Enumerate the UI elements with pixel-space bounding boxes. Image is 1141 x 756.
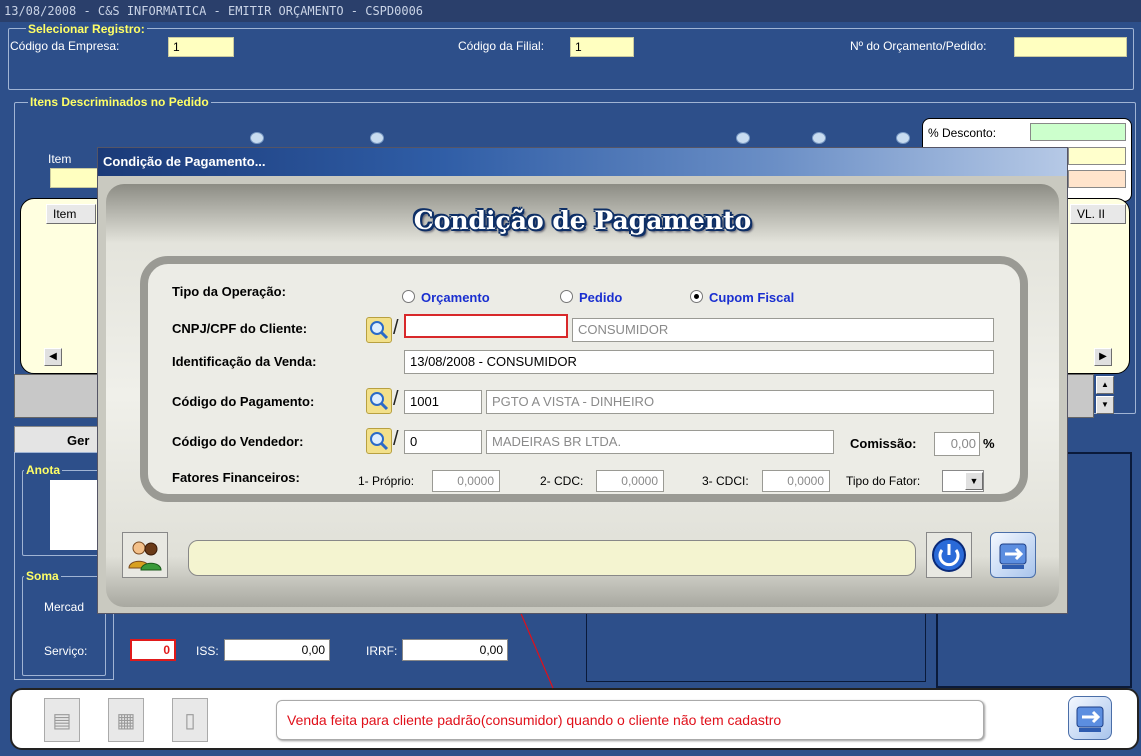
select-group-title: Selecionar Registro: bbox=[26, 22, 147, 36]
radio-cupom-fiscal[interactable]: Cupom Fiscal bbox=[690, 290, 794, 305]
cdci-label: 3- CDCI: bbox=[702, 474, 749, 488]
vend-code-field[interactable]: 0 bbox=[404, 430, 482, 454]
round-icon bbox=[250, 132, 264, 144]
filial-field[interactable]: 1 bbox=[570, 37, 634, 57]
pagto-label: Código do Pagamento: bbox=[172, 394, 315, 409]
ident-field[interactable]: 13/08/2008 - CONSUMIDOR bbox=[404, 350, 994, 374]
exit-icon[interactable] bbox=[1068, 696, 1112, 740]
tipo-fator-label: Tipo do Fator: bbox=[846, 474, 921, 488]
cdc-field[interactable]: 0,0000 bbox=[596, 470, 664, 492]
filial-label: Código da Filial: bbox=[458, 39, 545, 53]
radio-icon bbox=[560, 290, 573, 303]
right-panel-box bbox=[586, 612, 926, 682]
radio-orcamento[interactable]: Orçamento bbox=[402, 290, 490, 305]
irrf-field[interactable]: 0,00 bbox=[402, 639, 508, 661]
exit-icon[interactable] bbox=[990, 532, 1036, 578]
bottom-toolbar: ▤ ▦ ▯ Venda feita para cliente padrão(co… bbox=[10, 688, 1139, 750]
tipo-fator-select[interactable]: ▼ bbox=[942, 470, 984, 492]
servico-label: Serviço: bbox=[44, 644, 88, 658]
status-field bbox=[188, 540, 916, 576]
grid-vl-header[interactable]: VL. II bbox=[1070, 204, 1126, 224]
users-icon[interactable] bbox=[122, 532, 168, 578]
radio-selected-icon bbox=[690, 290, 703, 303]
empresa-label: Código da Empresa: bbox=[10, 39, 120, 53]
total-field[interactable] bbox=[1068, 147, 1126, 165]
tipo-label: Tipo da Operação: bbox=[172, 284, 286, 299]
proprio-field[interactable]: 0,0000 bbox=[432, 470, 500, 492]
item-label: Item bbox=[48, 152, 72, 166]
tab-geral[interactable]: Ger bbox=[14, 426, 104, 454]
empresa-field[interactable]: 1 bbox=[168, 37, 234, 57]
radio-pedido[interactable]: Pedido bbox=[560, 290, 622, 305]
proprio-label: 1- Próprio: bbox=[358, 474, 415, 488]
cnpj-label: CNPJ/CPF do Cliente: bbox=[172, 321, 308, 336]
desconto-label: % Desconto: bbox=[928, 126, 997, 140]
document-icon[interactable]: ▦ bbox=[108, 698, 144, 742]
comissao-field[interactable]: 0,00 bbox=[934, 432, 980, 456]
dialog-title: Condição de Pagamento... bbox=[98, 148, 1067, 176]
cdci-field[interactable]: 0,0000 bbox=[762, 470, 830, 492]
desconto-field[interactable] bbox=[1030, 123, 1126, 141]
items-group-title: Itens Descriminados no Pedido bbox=[28, 95, 211, 109]
vend-desc-field: MADEIRAS BR LTDA. bbox=[486, 430, 834, 454]
iss-field[interactable]: 0,00 bbox=[224, 639, 330, 661]
pagto-desc-field: PGTO A VISTA - DINHEIRO bbox=[486, 390, 994, 414]
payment-dialog: Condição de Pagamento... Condição de Pag… bbox=[97, 147, 1068, 614]
mercad-label: Mercad bbox=[44, 600, 85, 614]
spin-down-button[interactable]: ▼ bbox=[1096, 396, 1114, 414]
vend-label: Código do Vendedor: bbox=[172, 434, 304, 449]
soma-group-title: Soma bbox=[24, 569, 61, 583]
pagto-code-field[interactable]: 1001 bbox=[404, 390, 482, 414]
item-field[interactable] bbox=[50, 168, 98, 188]
iss-label: ISS: bbox=[196, 644, 219, 658]
radio-icon bbox=[402, 290, 415, 303]
round-icon bbox=[736, 132, 750, 144]
annotation-box: Venda feita para cliente padrão(consumid… bbox=[276, 700, 984, 740]
chevron-down-icon: ▼ bbox=[965, 472, 983, 490]
orcamento-field[interactable] bbox=[1014, 37, 1127, 57]
window-title: 13/08/2008 - C&S INFORMATICA - EMITIR OR… bbox=[0, 0, 1141, 22]
ident-label: Identificação da Venda: bbox=[172, 354, 317, 369]
grid-item-header[interactable]: Item bbox=[46, 204, 96, 224]
search-icon[interactable] bbox=[366, 317, 392, 343]
cnpj-field[interactable] bbox=[404, 314, 568, 338]
soma-group bbox=[22, 576, 106, 676]
scroll-left-button[interactable]: ◀ bbox=[44, 348, 62, 366]
search-icon[interactable] bbox=[366, 388, 392, 414]
servico-field[interactable]: 0 bbox=[130, 639, 176, 661]
scroll-right-button[interactable]: ▶ bbox=[1094, 348, 1112, 366]
orcamento-label: Nº do Orçamento/Pedido: bbox=[850, 39, 987, 53]
spin-up-button[interactable]: ▲ bbox=[1096, 376, 1114, 394]
dialog-heading: Condição de Pagamento bbox=[413, 206, 752, 235]
round-icon bbox=[896, 132, 910, 144]
disk-icon[interactable]: ▤ bbox=[44, 698, 80, 742]
irrf-label: IRRF: bbox=[366, 644, 398, 658]
cliente-name-field: CONSUMIDOR bbox=[572, 318, 994, 342]
round-icon bbox=[370, 132, 384, 144]
cdc-label: 2- CDC: bbox=[540, 474, 584, 488]
power-icon[interactable] bbox=[926, 532, 972, 578]
door-icon[interactable]: ▯ bbox=[172, 698, 208, 742]
dialog-body: Condição de Pagamento Tipo da Operação: … bbox=[106, 184, 1059, 607]
fatores-label: Fatores Financeiros: bbox=[172, 470, 300, 485]
comissao-label: Comissão: bbox=[850, 436, 917, 451]
comissao-unit: % bbox=[983, 436, 995, 451]
liquido-field[interactable] bbox=[1068, 170, 1126, 188]
search-icon[interactable] bbox=[366, 428, 392, 454]
round-icon bbox=[812, 132, 826, 144]
anot-group-title: Anota bbox=[24, 463, 62, 477]
